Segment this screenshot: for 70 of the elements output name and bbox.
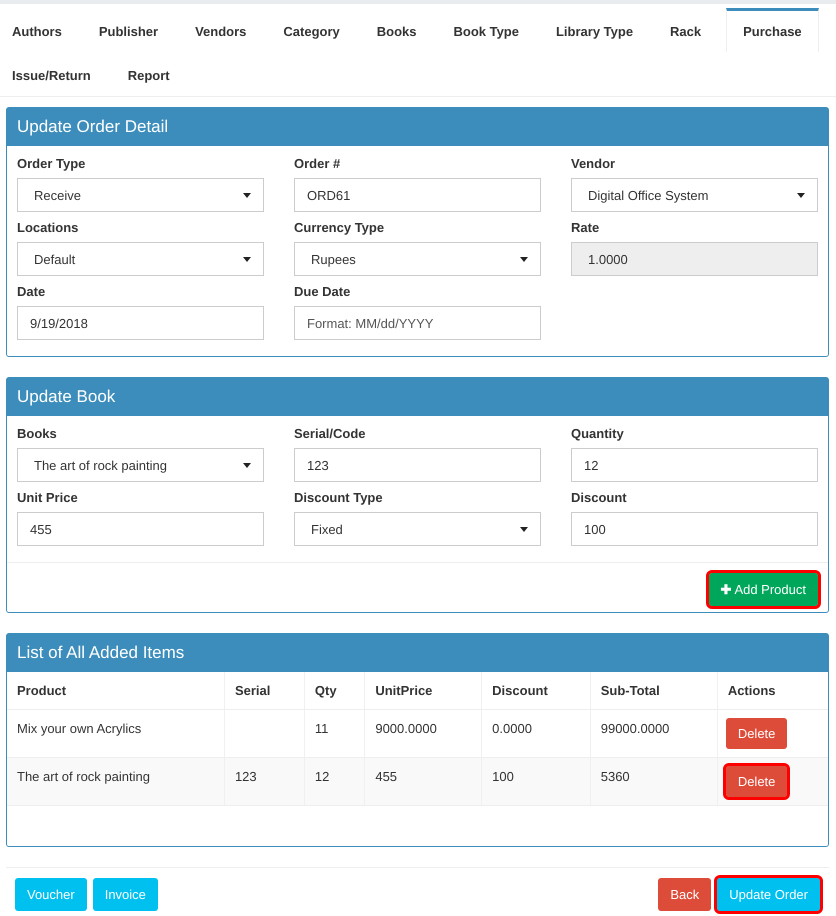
dropdown-field[interactable]: Fixed: [294, 512, 541, 546]
input-field[interactable]: 9/19/2018: [17, 306, 264, 340]
dropdown-field[interactable]: Default: [17, 242, 264, 276]
input-field[interactable]: Format: MM/dd/YYYY: [294, 306, 541, 340]
caret-icon: [243, 462, 251, 468]
field-label: Vendor: [571, 156, 616, 171]
nav-tab[interactable]: Purchase: [726, 8, 819, 52]
nav-tab[interactable]: Rack: [658, 8, 714, 52]
caret-icon: [520, 256, 528, 262]
caret-icon: [243, 256, 251, 262]
dropdown-field[interactable]: Receive: [17, 178, 264, 212]
dropdown-value: Receive: [34, 188, 81, 202]
dropdown-value: Default: [34, 252, 76, 266]
column-header: Actions: [717, 672, 828, 710]
nav-tab[interactable]: Category: [271, 8, 352, 52]
nav-tab[interactable]: Vendors: [183, 8, 258, 52]
dropdown-field[interactable]: The art of rock painting: [17, 448, 264, 482]
dropdown-value: The art of rock painting: [34, 458, 167, 472]
field-label: Unit Price: [17, 490, 79, 505]
nav-tab[interactable]: Issue/Return: [0, 52, 103, 96]
nav-tab[interactable]: Publisher: [86, 8, 170, 52]
field-label: Books: [17, 426, 58, 441]
input-field[interactable]: 1.0000: [571, 242, 818, 276]
table-cell: 12: [304, 758, 365, 806]
dropdown-value: Digital Office System: [588, 188, 708, 202]
panel-title: Update Book: [17, 387, 116, 406]
nav-tab[interactable]: Library Type: [544, 8, 646, 52]
table-cell: 5360: [590, 758, 718, 806]
caret-icon: [797, 192, 805, 198]
dropdown-field[interactable]: Digital Office System: [571, 178, 818, 212]
input-field[interactable]: ORD61: [294, 178, 541, 212]
column-header: Qty: [304, 672, 365, 710]
field-label: Discount: [571, 490, 628, 505]
field-label: Order Type: [17, 156, 86, 171]
caret-icon: [520, 526, 528, 532]
dropdown-value: Fixed: [311, 522, 343, 536]
field-label: Date: [17, 284, 46, 299]
dropdown-field[interactable]: Rupees: [294, 242, 541, 276]
column-header: Serial: [224, 672, 304, 710]
table-cell: 123: [224, 758, 304, 806]
field-label: Quantity: [571, 426, 625, 441]
nav-tab[interactable]: Authors: [0, 8, 74, 52]
field-label: Serial/Code: [294, 426, 367, 441]
dropdown-value: Rupees: [311, 252, 356, 266]
nav-tab[interactable]: Book Type: [441, 8, 531, 52]
panel-title: List of All Added Items: [17, 643, 184, 662]
table-cell: 455: [364, 758, 482, 806]
input-field[interactable]: 123: [294, 448, 541, 482]
field-label: Locations: [17, 220, 80, 235]
input-field[interactable]: 455: [17, 512, 264, 546]
input-field[interactable]: 12: [571, 448, 818, 482]
field-label: Due Date: [294, 284, 352, 299]
nav-tab[interactable]: Books: [364, 8, 428, 52]
delete-button[interactable]: Delete: [726, 766, 788, 797]
delete-button[interactable]: Delete: [726, 718, 788, 749]
column-header: Product: [7, 672, 224, 710]
footer-button[interactable]: Back: [658, 878, 712, 911]
table-cell: The art of rock painting: [7, 758, 224, 806]
caret-icon: [243, 192, 251, 198]
panel-title: Update Order Detail: [17, 117, 168, 136]
column-header: Sub-Total: [590, 672, 718, 710]
table-cell: 100: [482, 758, 590, 806]
field-label: Discount Type: [294, 490, 384, 505]
input-field[interactable]: 100: [571, 512, 818, 546]
field-label: Order #: [294, 156, 342, 171]
column-header: UnitPrice: [364, 672, 482, 710]
column-header: Discount: [482, 672, 590, 710]
field-label: Rate: [571, 220, 600, 235]
nav-tab[interactable]: Report: [116, 52, 182, 96]
field-label: Currency Type: [294, 220, 386, 235]
